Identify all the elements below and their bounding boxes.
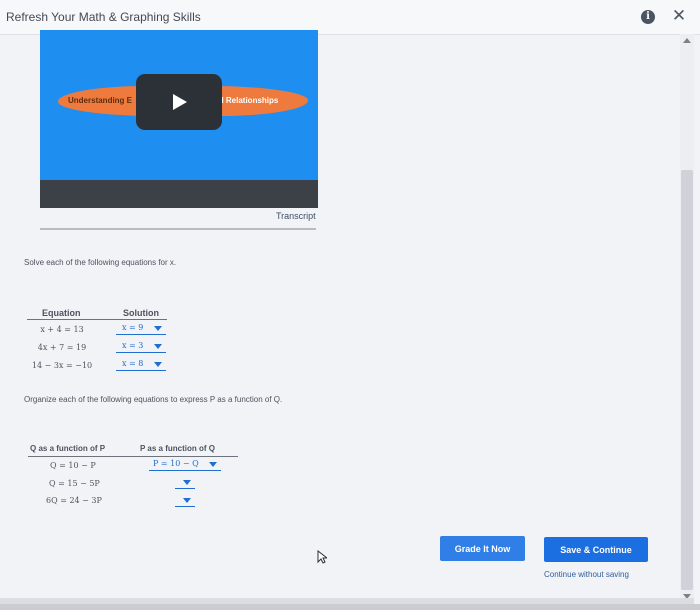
solution-value: x = 8 (122, 359, 144, 368)
chevron-down-icon (209, 462, 217, 467)
chevron-down-icon (154, 362, 162, 367)
vertical-scrollbar[interactable] (680, 34, 694, 600)
play-icon (173, 94, 187, 110)
q-function-cell: Q = 15 − 5P (49, 479, 100, 488)
solution-value: x = 9 (122, 323, 144, 332)
scroll-thumb[interactable] (681, 170, 693, 590)
equation-cell: x + 4 = 13 (40, 325, 84, 334)
chevron-down-icon (154, 326, 162, 331)
functions-table-rule (28, 456, 238, 457)
scroll-up-arrow-icon[interactable] (683, 38, 691, 43)
continue-without-saving-link[interactable]: Continue without saving (544, 570, 629, 579)
transcript-link[interactable]: Transcript (276, 211, 316, 221)
chevron-down-icon (183, 480, 191, 485)
chevron-down-icon (183, 498, 191, 503)
video-banner-text-left: Understanding E (68, 96, 133, 105)
q-function-column-header: Q as a function of P (30, 444, 106, 453)
transcript-divider (40, 228, 316, 230)
equation-cell: 4x + 7 = 19 (37, 343, 87, 352)
equations-prompt: Solve each of the following equations fo… (24, 258, 176, 267)
window-title: Refresh Your Math & Graphing Skills (6, 10, 201, 24)
mouse-cursor-icon (317, 550, 327, 564)
video-control-bar[interactable] (40, 180, 318, 208)
grade-it-now-button[interactable]: Grade It Now (440, 536, 525, 561)
p-function-value: P = 10 − Q (153, 459, 199, 468)
solution-value: x = 3 (122, 341, 144, 350)
info-icon[interactable]: i (641, 10, 655, 24)
p-function-dropdown[interactable]: P = 10 − Q (149, 458, 221, 471)
close-icon[interactable]: ✕ (669, 5, 689, 27)
solution-dropdown[interactable]: x = 9 (116, 322, 166, 335)
equation-column-header: Equation (42, 308, 81, 318)
play-button[interactable] (136, 74, 222, 130)
equations-table-rule (27, 319, 167, 320)
q-function-cell: Q = 10 − P (50, 461, 96, 470)
functions-prompt: Organize each of the following equations… (24, 395, 282, 404)
assignment-window: Refresh Your Math & Graphing Skills i ✕ … (0, 0, 700, 604)
video-player[interactable]: Understanding E al Relationships (40, 30, 318, 208)
p-function-dropdown[interactable] (175, 494, 195, 507)
save-and-continue-button[interactable]: Save & Continue (544, 537, 648, 562)
video-banner-text-right: al Relationships (217, 96, 279, 105)
p-function-dropdown[interactable] (175, 476, 195, 489)
solution-column-header: Solution (123, 308, 159, 318)
q-function-cell: 6Q = 24 − 3P (46, 496, 102, 505)
solution-dropdown[interactable]: x = 8 (116, 358, 166, 371)
bottom-edge-bar (0, 598, 694, 604)
equation-cell: 14 − 3x = −10 (31, 361, 93, 370)
functions-prompt-text: Organize each of the following equations… (24, 395, 283, 404)
p-function-column-header: P as a function of Q (140, 444, 215, 453)
equations-prompt-text: Solve each of the following equations fo… (24, 258, 177, 267)
solution-dropdown[interactable]: x = 3 (116, 340, 166, 353)
chevron-down-icon (154, 344, 162, 349)
